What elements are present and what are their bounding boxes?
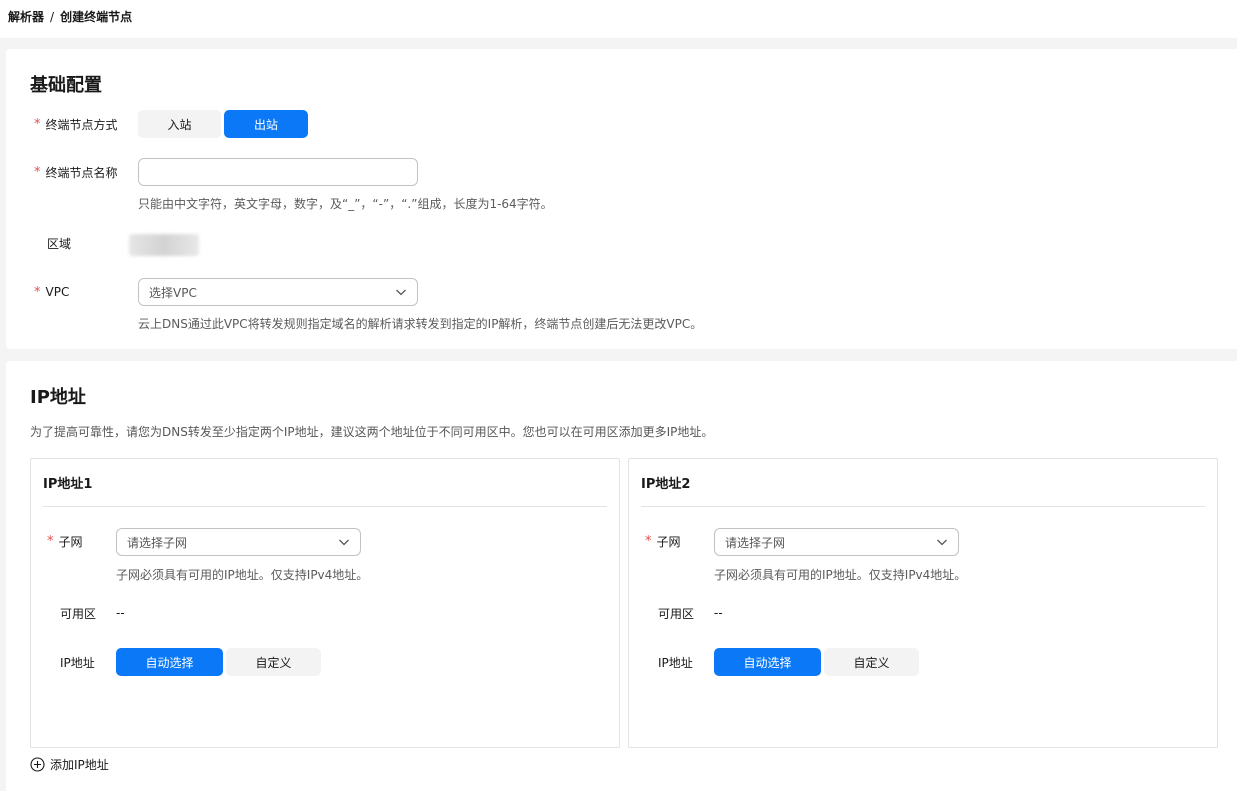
required-mark: * bbox=[34, 116, 41, 132]
plus-circle-icon bbox=[30, 757, 45, 772]
breadcrumb-separator: / bbox=[50, 9, 55, 24]
required-mark: * bbox=[34, 164, 41, 180]
ip-custom-button[interactable]: 自定义 bbox=[226, 648, 321, 676]
divider bbox=[641, 506, 1205, 507]
vpc-hint: 云上DNS通过此VPC将转发规则指定域名的解析请求转发到指定的IP解析，终端节点… bbox=[138, 317, 703, 331]
mode-label-text: 终端节点方式 bbox=[45, 117, 118, 132]
vpc-label: * VPC bbox=[34, 282, 69, 302]
subnet-label-text: 子网 bbox=[656, 534, 681, 549]
az-label: 可用区 bbox=[658, 606, 695, 621]
divider bbox=[43, 506, 607, 507]
name-label: * 终端节点名称 bbox=[34, 162, 118, 182]
ip-address-box-2: IP地址2 * 子网 请选择子网 子网必须具有可用的IP地址。仅支持IPv4地址… bbox=[628, 458, 1218, 748]
subnet-label: * 子网 bbox=[645, 531, 681, 551]
top-bar: 解析器 / 创建终端节点 bbox=[0, 0, 1237, 38]
subnet-hint: 子网必须具有可用的IP地址。仅支持IPv4地址。 bbox=[116, 568, 369, 582]
endpoint-name-hint: 只能由中文字符，英文字母，数字，及“_”，“-”，“.”组成，长度为1-64字符… bbox=[138, 197, 553, 211]
endpoint-name-input[interactable] bbox=[138, 158, 418, 186]
chevron-down-icon bbox=[937, 539, 947, 546]
name-label-text: 终端节点名称 bbox=[45, 165, 118, 180]
mode-segmented-control: 入站 出站 bbox=[138, 110, 308, 138]
subnet-label-text: 子网 bbox=[58, 534, 83, 549]
subnet-select[interactable]: 请选择子网 bbox=[714, 528, 959, 556]
ip-auto-select-button[interactable]: 自动选择 bbox=[714, 648, 821, 676]
add-ip-address-label: 添加IP地址 bbox=[50, 758, 109, 772]
ip-mode-segmented-control: 自动选择 自定义 bbox=[116, 648, 321, 676]
region-value-redacted bbox=[129, 234, 199, 256]
subnet-select[interactable]: 请选择子网 bbox=[116, 528, 361, 556]
add-ip-address-button[interactable]: 添加IP地址 bbox=[30, 756, 109, 773]
basic-config-title: 基础配置 bbox=[30, 75, 102, 96]
ip-mode-label: IP地址 bbox=[60, 655, 95, 670]
subnet-label: * 子网 bbox=[47, 531, 83, 551]
ip-custom-button[interactable]: 自定义 bbox=[824, 648, 919, 676]
chevron-down-icon bbox=[339, 539, 349, 546]
ip-mode-segmented-control: 自动选择 自定义 bbox=[714, 648, 919, 676]
ip-address-box-1: IP地址1 * 子网 请选择子网 子网必须具有可用的IP地址。仅支持IPv4地址… bbox=[30, 458, 620, 748]
subnet-select-placeholder: 请选择子网 bbox=[127, 535, 188, 550]
breadcrumb: 解析器 / 创建终端节点 bbox=[8, 8, 132, 25]
ip-box-title: IP地址1 bbox=[43, 477, 93, 492]
ip-auto-select-button[interactable]: 自动选择 bbox=[116, 648, 223, 676]
az-value: -- bbox=[714, 606, 723, 620]
vpc-select-placeholder: 选择VPC bbox=[149, 285, 197, 300]
breadcrumb-parent-link[interactable]: 解析器 bbox=[8, 8, 44, 25]
required-mark: * bbox=[47, 533, 54, 549]
breadcrumb-current: 创建终端节点 bbox=[60, 10, 133, 24]
mode-label: * 终端节点方式 bbox=[34, 114, 118, 134]
mode-outbound-button[interactable]: 出站 bbox=[224, 110, 308, 138]
ip-mode-label: IP地址 bbox=[658, 655, 693, 670]
az-label: 可用区 bbox=[60, 606, 97, 621]
vpc-label-text: VPC bbox=[45, 285, 70, 299]
ip-section-title: IP地址 bbox=[30, 387, 86, 408]
required-mark: * bbox=[645, 533, 652, 549]
vpc-select[interactable]: 选择VPC bbox=[138, 278, 418, 306]
region-label: 区域 bbox=[47, 236, 72, 251]
subnet-select-placeholder: 请选择子网 bbox=[725, 535, 786, 550]
ip-box-title: IP地址2 bbox=[641, 477, 691, 492]
subnet-hint: 子网必须具有可用的IP地址。仅支持IPv4地址。 bbox=[714, 568, 967, 582]
az-value: -- bbox=[116, 606, 125, 620]
mode-inbound-button[interactable]: 入站 bbox=[138, 110, 221, 138]
required-mark: * bbox=[34, 284, 41, 300]
ip-section-description: 为了提高可靠性，请您为DNS转发至少指定两个IP地址，建议这两个地址位于不同可用… bbox=[30, 425, 714, 439]
chevron-down-icon bbox=[396, 289, 406, 296]
